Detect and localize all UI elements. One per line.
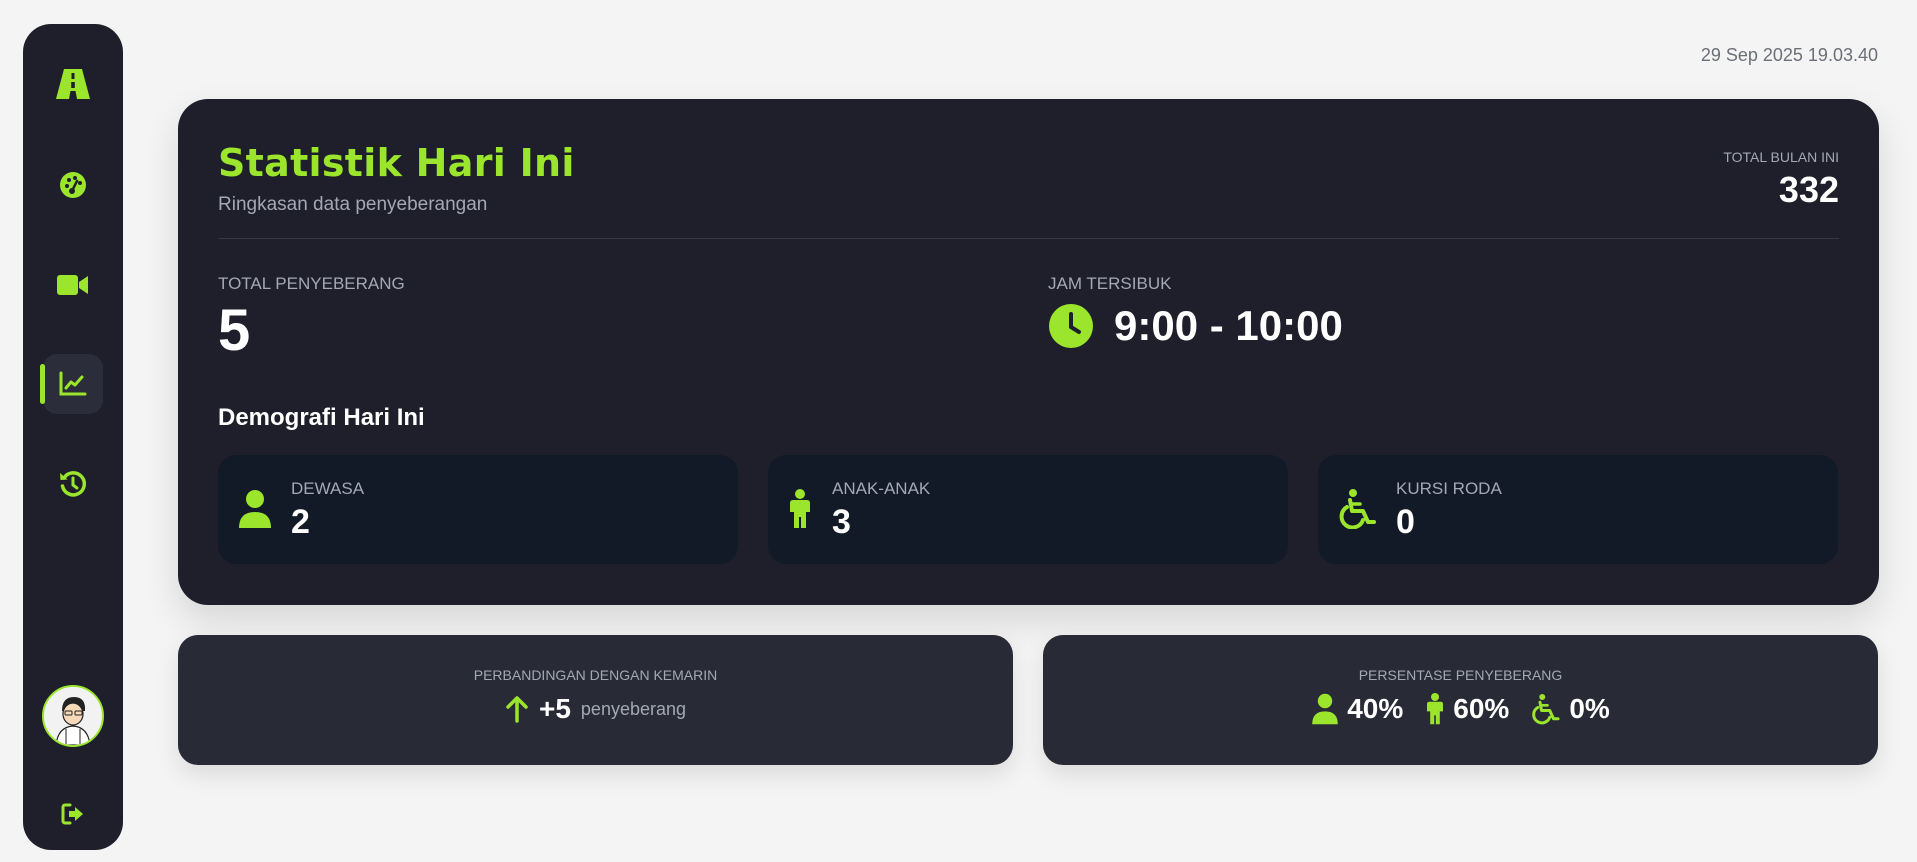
comparison-unit: penyeberang <box>580 698 687 719</box>
logout-icon <box>61 803 83 825</box>
wheelchair-icon <box>1339 489 1376 529</box>
demographic-adult-tile: DEWASA 2 <box>218 455 738 564</box>
sidebar <box>23 24 123 850</box>
demographic-child-tile: ANAK-ANAK 3 <box>768 455 1288 564</box>
percentage-adult: 40% <box>1311 693 1403 725</box>
user-avatar[interactable] <box>42 685 104 747</box>
comparison-row: +5 penyeberang <box>178 693 1013 725</box>
today-statistics-card: Statistik Hari Ini Ringkasan data penyeb… <box>178 99 1879 605</box>
percentage-child-value: 60% <box>1453 693 1510 724</box>
wheelchair-icon <box>1532 694 1560 725</box>
nav-camera[interactable] <box>43 255 103 315</box>
active-indicator <box>40 364 45 404</box>
arrow-up-icon <box>506 696 528 723</box>
demographic-wheelchair-tile: KURSI RODA 0 <box>1318 455 1838 564</box>
percentage-row: 40% 60% 0% <box>1043 693 1878 725</box>
clock-icon <box>1049 304 1093 348</box>
page-subtitle: Ringkasan data penyeberangan <box>218 194 488 215</box>
peak-hour-value: 9:00 - 10:00 <box>1114 302 1343 349</box>
total-crossers-value: 5 <box>218 298 251 363</box>
monthly-total-label: TOTAL BULAN INI <box>1723 149 1839 165</box>
demographic-label: ANAK-ANAK <box>832 479 931 498</box>
total-crossers-label: TOTAL PENYEBERANG <box>218 274 405 293</box>
monthly-total-value: 332 <box>1778 169 1839 210</box>
nav-statistics[interactable] <box>40 354 103 414</box>
percentage-label: PERSENTASE PENYEBERANG <box>1358 667 1563 683</box>
comparison-label: PERBANDINGAN DENGAN KEMARIN <box>473 667 718 683</box>
percentage-child: 60% <box>1425 693 1509 725</box>
demographics-title: Demografi Hari Ini <box>218 404 425 431</box>
current-timestamp: 29 Sep 2025 19.03.40 <box>1700 45 1878 65</box>
adult-person-icon <box>239 490 271 528</box>
peak-hour-label: JAM TERSIBUK <box>1048 274 1172 293</box>
nav-dashboard[interactable] <box>43 155 103 215</box>
road-icon <box>56 69 90 99</box>
peak-hour-row: 9:00 - 10:00 <box>1048 302 1343 350</box>
comparison-card: PERBANDINGAN DENGAN KEMARIN +5 penyebera… <box>178 635 1013 765</box>
percentage-wheelchair-value: 0% <box>1569 693 1610 724</box>
adult-person-icon <box>1312 693 1339 725</box>
comparison-value: +5 <box>538 693 571 724</box>
video-camera-icon <box>57 275 88 295</box>
nav-history[interactable] <box>43 454 103 514</box>
demographic-value: 3 <box>832 503 851 541</box>
percentage-card: PERSENTASE PENYEBERANG 40% 60% 0% <box>1043 635 1878 765</box>
dashboard-gauge-icon <box>60 172 86 198</box>
demographic-label: DEWASA <box>291 479 365 498</box>
page-title: Statistik Hari Ini <box>218 141 575 185</box>
demographic-label: KURSI RODA <box>1396 479 1502 498</box>
divider <box>218 238 1839 239</box>
road-logo-button[interactable] <box>43 54 103 114</box>
history-icon <box>60 471 87 497</box>
percentage-adult-value: 40% <box>1347 693 1404 724</box>
child-icon <box>1427 693 1444 725</box>
percentage-wheelchair: 0% <box>1531 693 1610 725</box>
child-icon <box>790 489 810 528</box>
demographic-value: 0 <box>1396 503 1415 541</box>
logout-button[interactable] <box>43 784 103 844</box>
demographic-value: 2 <box>291 503 310 541</box>
avatar-illustration <box>44 687 102 745</box>
chart-line-icon <box>59 371 87 396</box>
